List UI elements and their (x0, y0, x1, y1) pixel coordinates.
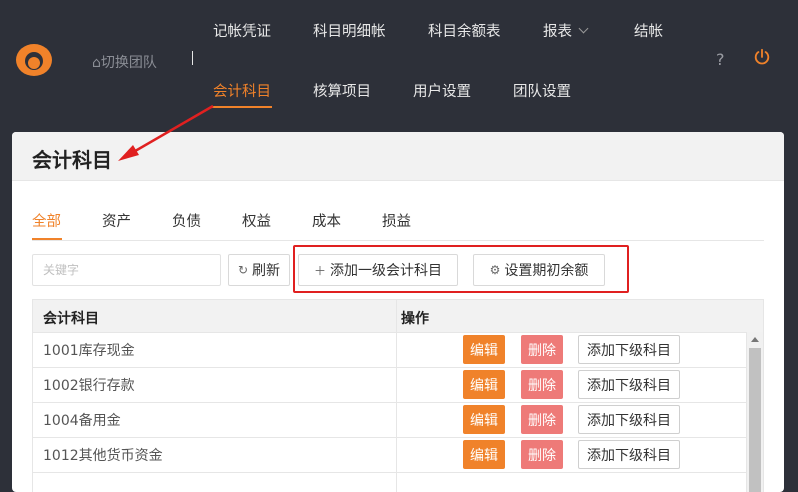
add-child-subject-button[interactable]: 添加下级科目 (578, 370, 680, 399)
app-logo (16, 44, 52, 76)
add-child-subject-button[interactable]: 添加下级科目 (578, 440, 680, 469)
tab-cost[interactable]: 成本 (312, 210, 341, 231)
table-row (33, 472, 746, 492)
delete-button[interactable]: 删除 (521, 370, 563, 399)
power-icon[interactable] (753, 48, 771, 66)
subject-name: 1002银行存款 (43, 378, 135, 394)
subject-name: 1004备用金 (43, 413, 121, 429)
delete-button[interactable]: 删除 (521, 405, 563, 434)
refresh-label: 刷新 (252, 263, 281, 279)
column-header-subject: 会计科目 (43, 311, 99, 327)
tab-equity[interactable]: 权益 (242, 210, 271, 231)
delete-button[interactable]: 删除 (521, 335, 563, 364)
nav-voucher[interactable]: 记帐凭证 (213, 20, 271, 41)
card-header: 会计科目 (12, 132, 784, 181)
table-row: 1004备用金 编辑 删除 添加下级科目 (33, 402, 746, 438)
table-row: 1001库存现金 编辑 删除 添加下级科目 (33, 332, 746, 368)
nav-subject-detail[interactable]: 科目明细帐 (313, 20, 386, 41)
nav-closing[interactable]: 结帐 (634, 20, 663, 41)
header-scroll-gutter (746, 300, 763, 332)
chevron-down-icon (578, 23, 589, 34)
switch-team-link[interactable]: ⌂切换团队 (92, 52, 157, 72)
nav-divider (192, 51, 193, 65)
tab-liabilities[interactable]: 负债 (172, 210, 201, 231)
top-navbar: ⌂切换团队 记帐凭证 科目明细帐 科目余额表 报表 结帐 会计科目 核算项目 用… (0, 0, 798, 132)
table-row: 1002银行存款 编辑 删除 添加下级科目 (33, 367, 746, 403)
table-header: 会计科目 操作 (33, 300, 763, 333)
add-child-subject-button[interactable]: 添加下级科目 (578, 405, 680, 434)
help-icon[interactable]: ? (716, 50, 725, 69)
main-card: 会计科目 全部 资产 负债 权益 成本 损益 ↻刷新 ＋添加一级会计科目 ⚙设置… (12, 132, 784, 492)
refresh-icon: ↻ (237, 263, 249, 277)
edit-button[interactable]: 编辑 (463, 370, 505, 399)
nav-user-settings[interactable]: 用户设置 (413, 80, 471, 101)
nav-reports[interactable]: 报表 (543, 20, 589, 41)
tab-profit-loss[interactable]: 损益 (382, 210, 411, 231)
delete-button[interactable]: 删除 (521, 440, 563, 469)
nav-reports-label: 报表 (543, 24, 572, 40)
search-input[interactable] (32, 254, 221, 286)
add-child-subject-button[interactable]: 添加下级科目 (578, 335, 680, 364)
edit-button[interactable]: 编辑 (463, 405, 505, 434)
subjects-table: 会计科目 操作 1001库存现金 编辑 删除 添加下级科目 1002银行存款 编… (32, 299, 764, 492)
column-header-actions: 操作 (401, 311, 429, 327)
subject-name: 1001库存现金 (43, 343, 135, 359)
category-tabs: 全部 资产 负债 权益 成本 损益 (32, 210, 764, 241)
tab-all[interactable]: 全部 (32, 210, 61, 231)
highlight-annotation-box (293, 245, 629, 293)
tab-assets[interactable]: 资产 (102, 210, 131, 231)
nav-team-settings[interactable]: 团队设置 (513, 80, 571, 101)
refresh-button[interactable]: ↻ 刷新 (228, 254, 290, 286)
edit-button[interactable]: 编辑 (463, 335, 505, 364)
active-nav-indicator (212, 106, 272, 108)
nav-accounting-items[interactable]: 核算项目 (313, 80, 371, 101)
active-tab-indicator (32, 238, 62, 240)
nav-subject-balance[interactable]: 科目余额表 (428, 20, 501, 41)
table-row: 1012其他货币资金 编辑 删除 添加下级科目 (33, 437, 746, 473)
scrollbar-thumb[interactable] (749, 348, 761, 492)
table-scrollbar[interactable] (746, 332, 763, 492)
subject-name: 1012其他货币资金 (43, 448, 163, 464)
nav-accounting-subjects[interactable]: 会计科目 (213, 80, 271, 101)
scroll-up-arrow-icon[interactable] (751, 337, 759, 342)
edit-button[interactable]: 编辑 (463, 440, 505, 469)
page-title: 会计科目 (32, 148, 112, 172)
